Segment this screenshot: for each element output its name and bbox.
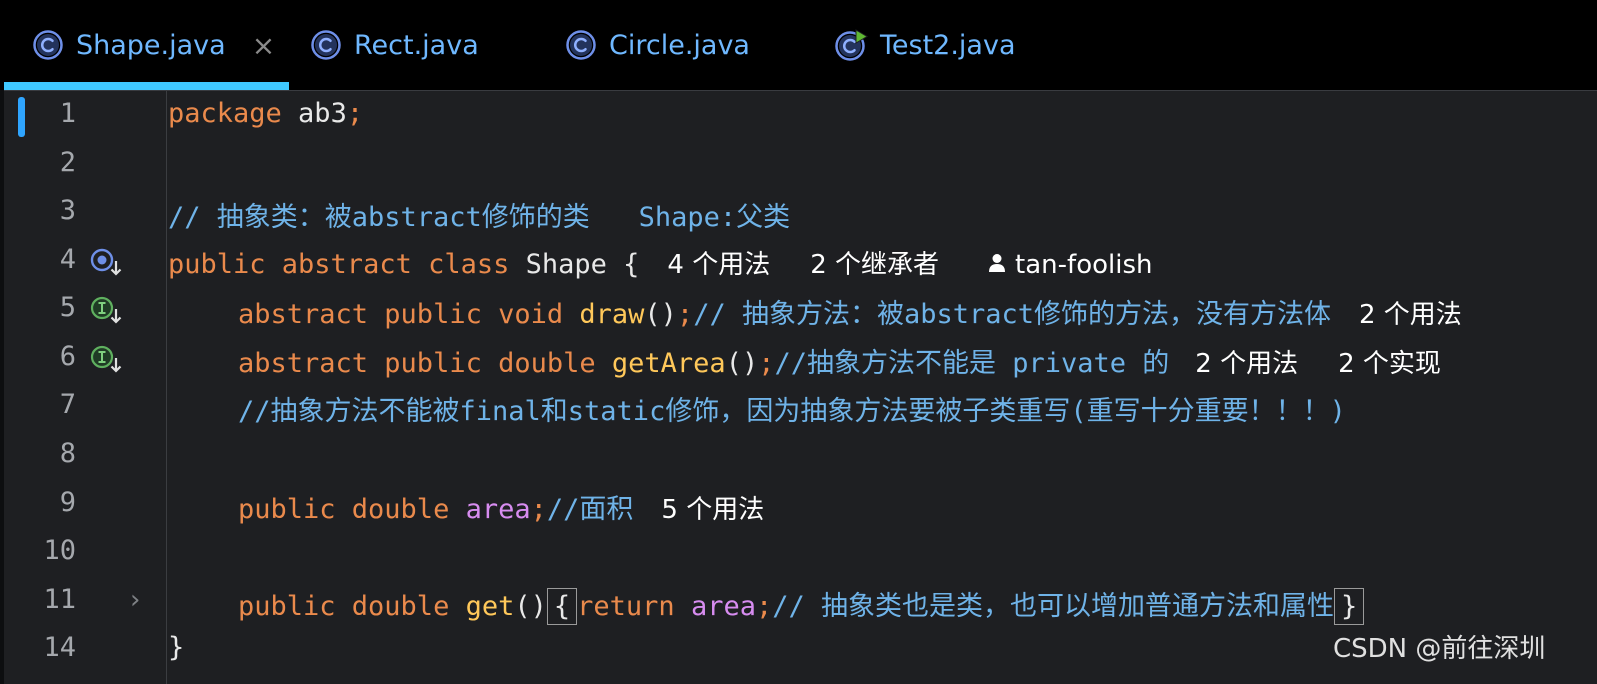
comment: // 抽象类也是类，也可以增加普通方法和属性 — [772, 591, 1335, 622]
parens: () — [514, 591, 547, 622]
close-tab-icon[interactable]: × — [252, 29, 275, 62]
line-number: 14 — [43, 632, 76, 663]
line-number: 6 — [59, 341, 76, 372]
usages-hint[interactable]: 4 个用法 — [667, 250, 770, 280]
keyword: public abstract class — [168, 249, 510, 280]
implemented-method-icon[interactable] — [90, 344, 124, 374]
line-number: 9 — [59, 487, 76, 518]
person-icon — [989, 254, 1006, 272]
line-number: 8 — [59, 438, 76, 469]
semicolon: ; — [756, 591, 773, 622]
line-number: 4 — [59, 244, 76, 275]
line-number: 1 — [59, 98, 76, 129]
method-name: draw — [579, 299, 645, 330]
line-number: 5 — [59, 292, 76, 323]
tab-label: Circle.java — [609, 29, 750, 61]
line-number: 10 — [43, 535, 76, 566]
usages-hint[interactable]: 2 个用法 — [1359, 300, 1462, 330]
code-line-9[interactable]: public double area;//面积 5 个用法 — [238, 487, 764, 526]
line-number: 2 — [59, 147, 76, 178]
fold-expand-icon[interactable]: › — [130, 585, 140, 615]
parens: () — [644, 299, 677, 330]
semicolon: ; — [346, 98, 364, 129]
class-icon — [33, 30, 63, 60]
comment: // 抽象类：被abstract修饰的类 Shape:父类 — [168, 202, 791, 233]
class-icon — [566, 30, 596, 60]
tab-circle-java[interactable]: Circle.java — [565, 0, 750, 90]
author-name: tan-foolish — [1015, 250, 1153, 280]
editor-tab-bar: Shape.java × Rect.java Circle.java Test2… — [0, 0, 1597, 91]
closing-brace: } — [168, 632, 185, 663]
code-line-7[interactable]: //抽象方法不能被final和static修饰，因为抽象方法要被子类重写(重写十… — [238, 389, 1346, 428]
overridden-class-icon[interactable] — [90, 247, 124, 277]
author-hint[interactable]: tan-foolish — [987, 250, 1152, 280]
implemented-method-icon[interactable] — [90, 295, 124, 325]
inheritors-hint[interactable]: 2 个继承者 — [810, 250, 939, 280]
code-line-14[interactable]: } — [168, 632, 184, 663]
method-name: getArea — [611, 348, 726, 379]
code-line-6[interactable]: abstract public double getArea();//抽象方法不… — [238, 341, 1441, 380]
runnable-class-icon — [835, 29, 868, 61]
keyword: public double — [238, 494, 450, 525]
active-tab-indicator — [4, 82, 289, 90]
code-line-1[interactable]: package ab3; — [168, 98, 363, 129]
comment: //抽象方法不能是 private 的 — [774, 348, 1170, 379]
folded-brace-open[interactable]: { — [546, 588, 578, 625]
tab-test2-java[interactable]: Test2.java — [834, 0, 1016, 90]
line-number: 3 — [59, 195, 76, 226]
folded-brace-close[interactable]: } — [1334, 588, 1365, 625]
parens: () — [725, 348, 759, 379]
tab-label: Test2.java — [880, 29, 1016, 61]
code-line-11[interactable]: public double get(){return area;// 抽象类也是… — [238, 584, 1365, 625]
package-name: ab3 — [281, 98, 347, 129]
usages-hint[interactable]: 5 个用法 — [661, 495, 764, 525]
comment: // 抽象方法：被abstract修饰的方法，没有方法体 — [693, 299, 1331, 330]
semicolon: ; — [530, 494, 547, 525]
implementations-hint[interactable]: 2 个实现 — [1338, 349, 1441, 379]
keyword: abstract public void — [238, 299, 564, 330]
field-name: area — [690, 591, 756, 622]
class-name: Shape { — [509, 249, 640, 280]
code-line-4[interactable]: public abstract class Shape { 4 个用法 2 个继承者… — [168, 244, 1152, 281]
tab-label: Rect.java — [354, 29, 479, 61]
class-icon — [311, 30, 341, 60]
watermark: CSDN @前往深圳 — [1333, 634, 1546, 664]
usages-hint[interactable]: 2 个用法 — [1195, 349, 1298, 379]
line-number: 11 — [43, 584, 76, 615]
keyword: package — [168, 98, 282, 129]
code-line-3[interactable]: // 抽象类：被abstract修饰的类 Shape:父类 — [168, 195, 790, 234]
method-name: get — [465, 591, 515, 622]
semicolon: ; — [758, 348, 775, 379]
tab-shape-java[interactable]: Shape.java × — [32, 0, 275, 90]
tab-rect-java[interactable]: Rect.java — [310, 0, 479, 90]
keyword: abstract public double — [238, 348, 596, 379]
line-number: 7 — [59, 389, 76, 420]
field-name: area — [465, 494, 531, 525]
return-keyword: return — [577, 591, 675, 622]
semicolon: ; — [676, 299, 694, 330]
code-line-5[interactable]: abstract public void draw();// 抽象方法：被abs… — [238, 292, 1462, 331]
keyword: public double — [238, 591, 450, 622]
comment: //面积 — [546, 494, 634, 525]
comment: //抽象方法不能被final和static修饰，因为抽象方法要被子类重写(重写十… — [238, 396, 1346, 427]
tab-label: Shape.java — [76, 29, 226, 61]
